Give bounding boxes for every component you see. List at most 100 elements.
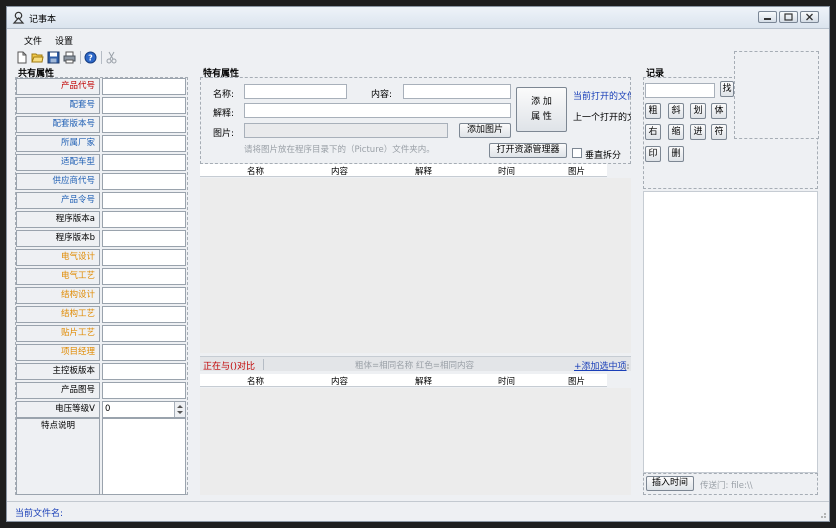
title-bar[interactable]: 记事本 [7, 7, 829, 29]
symbol-button[interactable]: 符 [711, 124, 727, 140]
attribute-label: 配套版本号 [16, 116, 100, 133]
voltage-spin-buttons[interactable] [174, 402, 185, 417]
shrink-button[interactable]: 缩 [668, 124, 684, 140]
restore-button[interactable] [779, 11, 798, 23]
new-file-icon[interactable] [15, 51, 28, 64]
open-explorer-button[interactable]: 打开资源管理器 [489, 143, 567, 158]
open-folder-icon[interactable] [31, 51, 44, 64]
voltage-label: 电压等级V [16, 401, 100, 418]
cut-icon[interactable] [105, 51, 118, 64]
menu-settings[interactable]: 设置 [55, 34, 73, 47]
attribute-label: 供应商代号 [16, 173, 100, 190]
attribute-input[interactable] [102, 230, 186, 247]
attribute-label: 产品代号 [16, 78, 100, 95]
help-icon[interactable]: ? [84, 51, 97, 64]
column-header-name[interactable]: 名称 [247, 375, 264, 387]
record-textarea[interactable] [643, 191, 818, 473]
portal-text[interactable]: 传送门: file:\\ [700, 479, 753, 491]
current-file-label: 当前文件名: [15, 509, 64, 519]
column-header-content[interactable]: 内容 [331, 375, 348, 387]
add-selected-link[interactable]: +添加选中项 [574, 359, 627, 372]
compare-bar: 正在与()对比 粗体=相同名称 红色=相同内容 +添加选中项 [200, 356, 631, 372]
add-image-button[interactable]: 添加图片 [459, 123, 511, 138]
attribute-label: 结构设计 [16, 287, 100, 304]
attribute-label: 配套号 [16, 97, 100, 114]
attribute-input[interactable] [102, 173, 186, 190]
lower-grid[interactable] [200, 388, 631, 495]
image-path-input[interactable] [244, 123, 448, 138]
svg-text:?: ? [88, 54, 93, 63]
explain-input[interactable] [244, 103, 511, 118]
name-input[interactable] [244, 84, 347, 99]
column-header-image[interactable]: 图片 [568, 165, 585, 177]
column-header-time[interactable]: 时间 [498, 165, 515, 177]
insert-time-button[interactable]: 插入时间 [646, 476, 694, 491]
attribute-label: 结构工艺 [16, 306, 100, 323]
app-icon [12, 11, 25, 24]
resize-grip-icon[interactable] [622, 362, 630, 370]
column-header-name[interactable]: 名称 [247, 165, 264, 177]
app-window: 记事本 文件 设置 ? 共有属性 产品代号 配套号 配套版本号 所属厂家 适配车… [6, 6, 830, 522]
find-button[interactable]: 找 [720, 81, 734, 97]
attribute-input[interactable] [102, 344, 186, 361]
attribute-input[interactable] [102, 78, 186, 95]
compare-status: 正在与()对比 [203, 362, 256, 372]
minimize-button[interactable] [758, 11, 777, 23]
window-title: 记事本 [29, 15, 57, 25]
attribute-input[interactable] [102, 382, 186, 399]
vertical-split-checkbox[interactable] [572, 148, 582, 158]
column-header-image[interactable]: 图片 [568, 375, 585, 387]
add-attribute-button[interactable]: 添 加 属 性 [516, 87, 567, 132]
column-header-explain[interactable]: 解释 [415, 375, 432, 387]
toolbar-separator [101, 51, 102, 64]
menu-file[interactable]: 文件 [24, 34, 42, 47]
delete-button[interactable]: 删 [668, 146, 684, 162]
close-icon [806, 13, 813, 21]
close-button[interactable] [800, 11, 819, 23]
print-stamp-button[interactable]: 印 [645, 146, 661, 162]
attribute-label: 所属厂家 [16, 135, 100, 152]
find-input[interactable] [645, 83, 715, 98]
column-header-explain[interactable]: 解释 [415, 165, 432, 177]
attribute-input[interactable] [102, 249, 186, 266]
attribute-label: 产品令号 [16, 192, 100, 209]
attribute-input[interactable] [102, 268, 186, 285]
font-button[interactable]: 体 [711, 103, 727, 119]
features-textarea[interactable] [102, 418, 186, 495]
resize-grip-icon[interactable] [818, 510, 827, 519]
indent-button[interactable]: 进 [690, 124, 706, 140]
attribute-label: 项目经理 [16, 344, 100, 361]
attribute-input[interactable] [102, 135, 186, 152]
attribute-label: 贴片工艺 [16, 325, 100, 342]
save-icon[interactable] [47, 51, 60, 64]
attribute-input[interactable] [102, 306, 186, 323]
strike-button[interactable]: 划 [690, 103, 706, 119]
italic-button[interactable]: 斜 [668, 103, 684, 119]
image-hint: 请将图片放在程序目录下的（Picture）文件夹内。 [244, 145, 435, 155]
column-header-content[interactable]: 内容 [331, 165, 348, 177]
attribute-input[interactable] [102, 116, 186, 133]
content-label: 内容: [371, 90, 393, 100]
attribute-label: 产品图号 [16, 382, 100, 399]
restore-icon [784, 13, 793, 21]
name-label: 名称: [213, 90, 235, 100]
content-input[interactable] [403, 84, 511, 99]
print-icon[interactable] [63, 51, 76, 64]
attribute-input[interactable] [102, 211, 186, 228]
align-right-button[interactable]: 右 [645, 124, 661, 140]
attribute-input[interactable] [102, 192, 186, 209]
compare-divider [263, 359, 264, 370]
attribute-input[interactable] [102, 154, 186, 171]
column-header-time[interactable]: 时间 [498, 375, 515, 387]
upper-grid[interactable] [200, 178, 631, 353]
current-file-link[interactable]: 当前打开的文件 [573, 89, 631, 102]
attribute-input[interactable] [102, 97, 186, 114]
spin-up-down-icon [177, 405, 183, 414]
attribute-input[interactable] [102, 325, 186, 342]
menu-bar: 文件 设置 [7, 30, 829, 48]
voltage-stepper[interactable]: 0 [102, 401, 186, 418]
previous-file-text[interactable]: 上一个打开的文 [573, 110, 631, 123]
attribute-input[interactable] [102, 287, 186, 304]
attribute-input[interactable] [102, 363, 186, 380]
bold-button[interactable]: 粗 [645, 103, 661, 119]
